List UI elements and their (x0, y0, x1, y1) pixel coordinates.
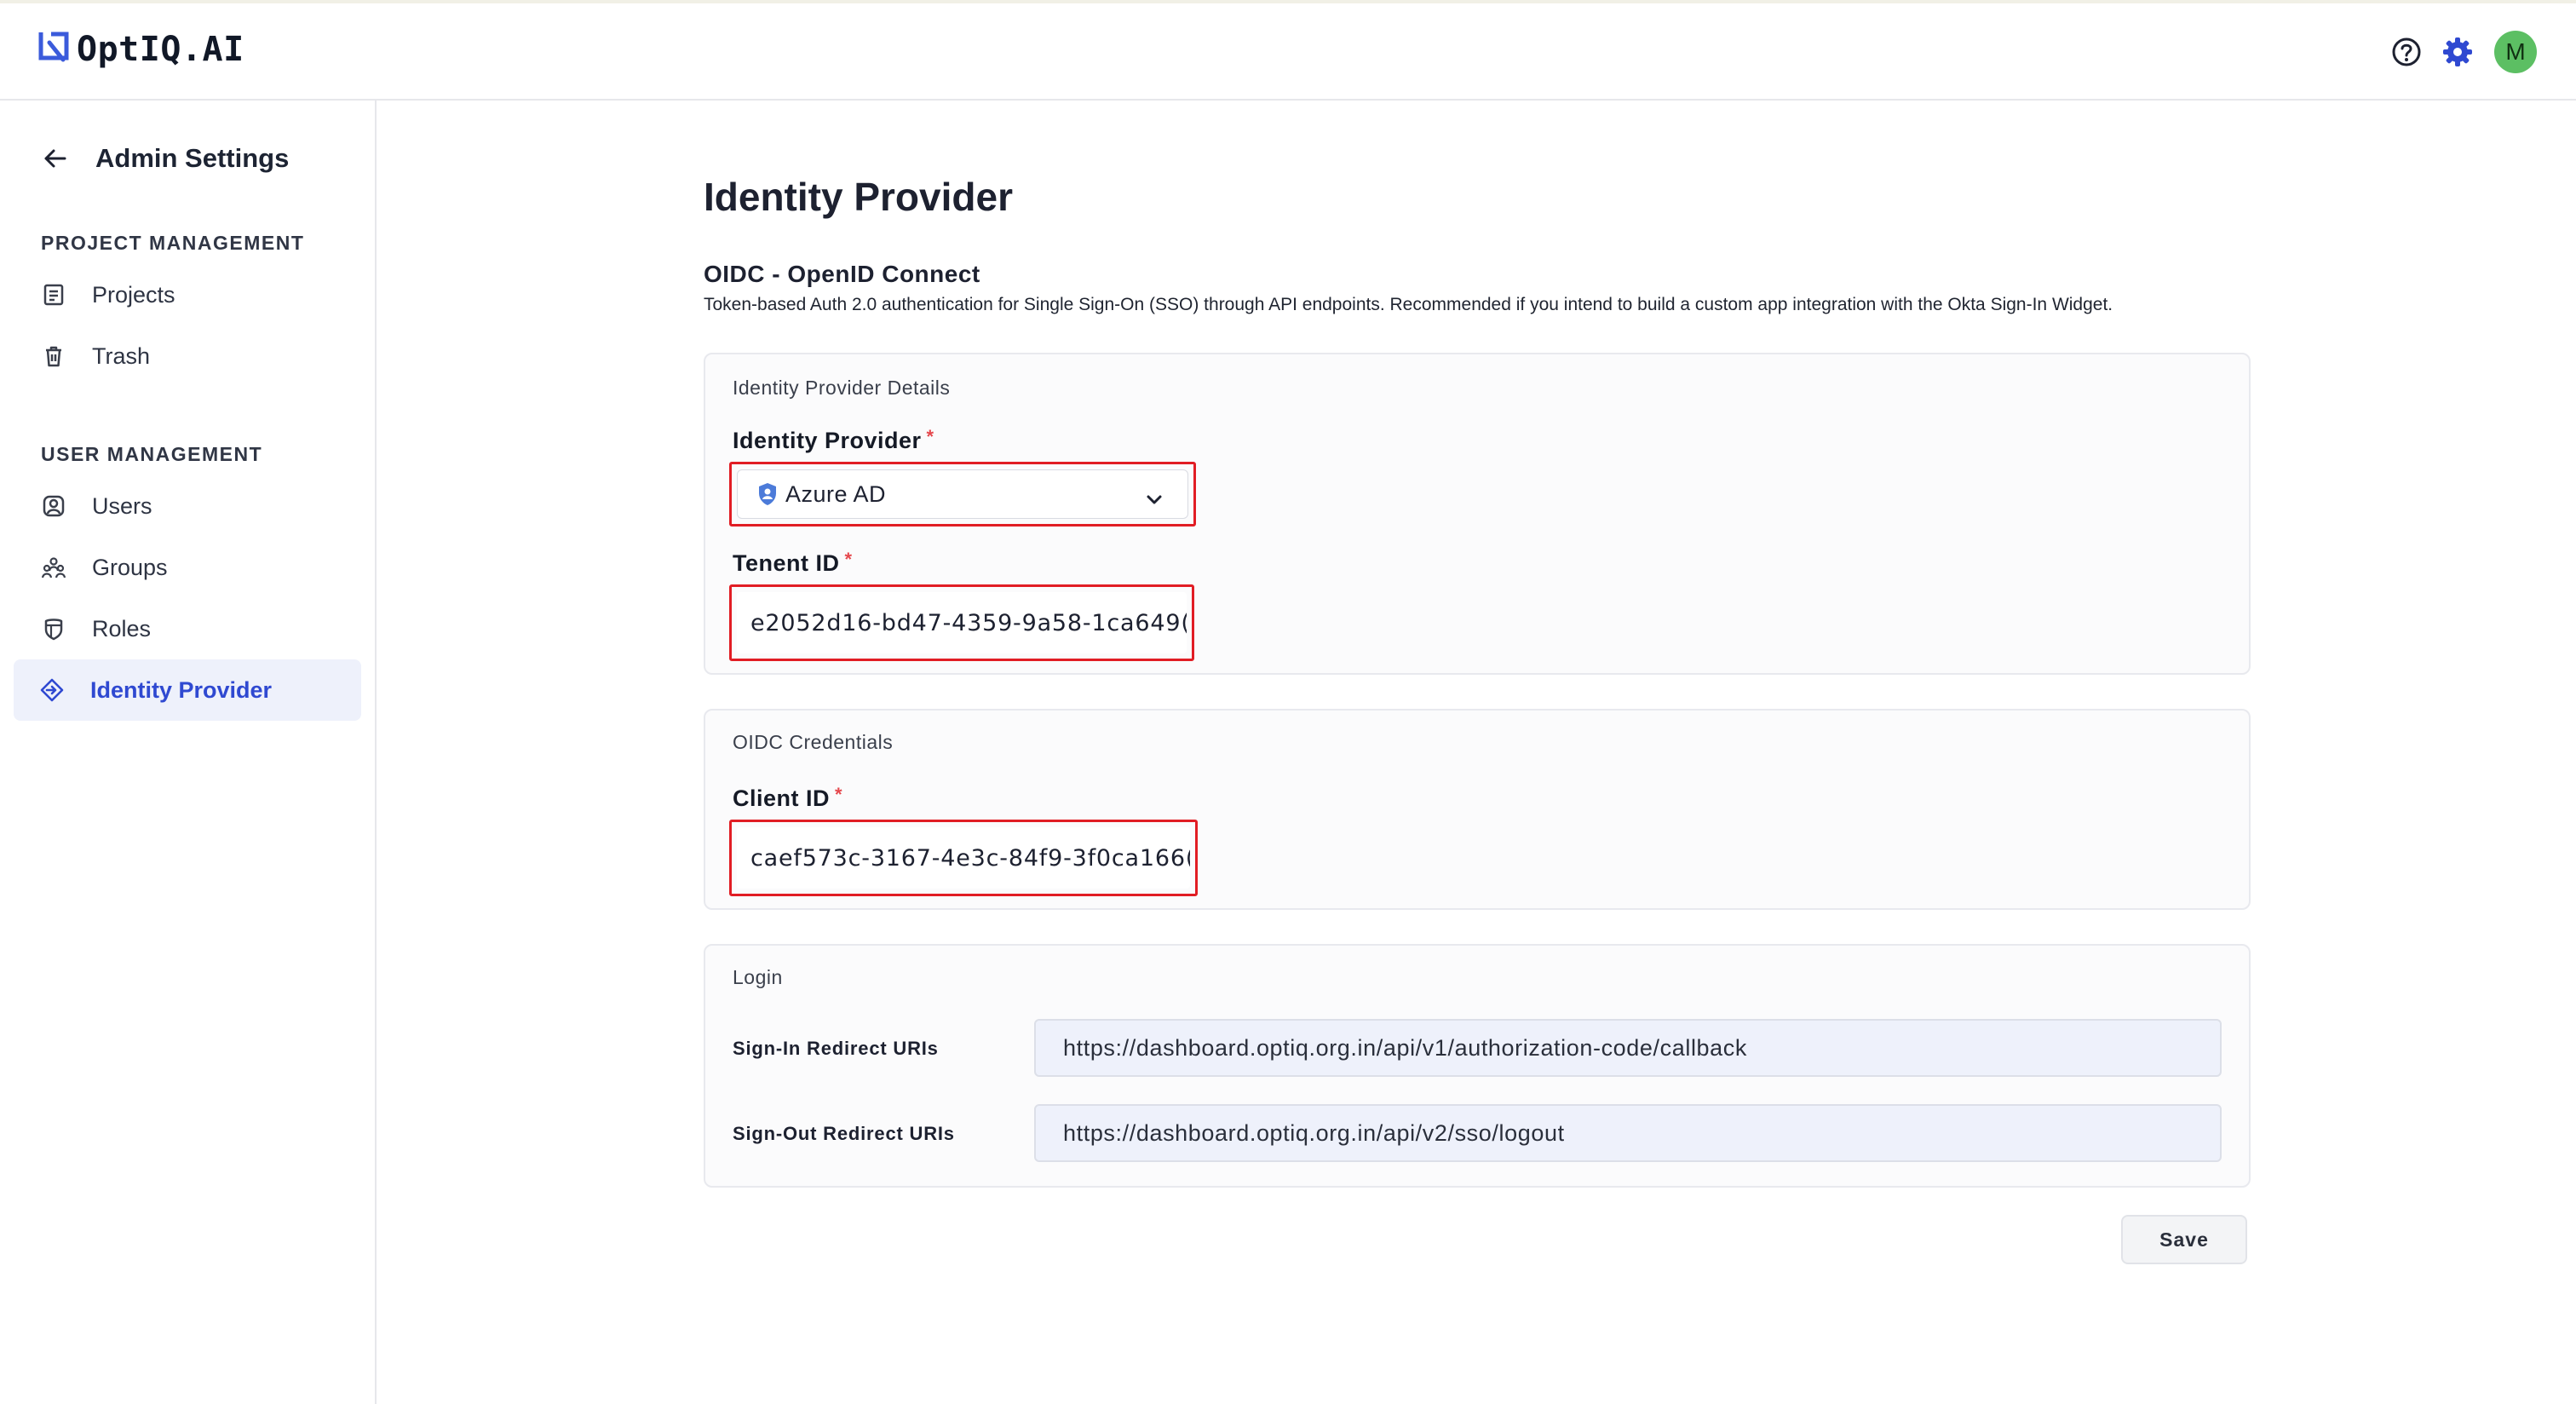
sidebar-item-roles[interactable]: Roles (14, 598, 361, 659)
sidebar-item-identity-provider[interactable]: Identity Provider (14, 659, 361, 721)
sidebar-item-users[interactable]: Users (14, 475, 361, 537)
client-id-label: Client ID * (733, 784, 843, 811)
sign-in-redirect-input[interactable]: https://dashboard.optiq.org.in/api/v1/au… (1034, 1019, 2222, 1077)
required-asterisk: * (835, 784, 843, 805)
sidebar-item-label: Trash (92, 342, 151, 369)
section-project-management: PROJECT MANAGEMENT (41, 232, 305, 254)
arrow-left-icon[interactable] (41, 144, 70, 173)
gear-icon[interactable] (2441, 36, 2474, 68)
card-title: Identity Provider Details (733, 377, 951, 399)
sidebar-item-trash[interactable]: Trash (14, 325, 361, 387)
app-header: OptIQ.AI M (0, 3, 2576, 101)
help-icon[interactable] (2390, 36, 2423, 68)
chevron-down-icon[interactable] (1143, 489, 1165, 511)
card-title: Login (733, 966, 783, 988)
oidc-title: OIDC - OpenID Connect (704, 261, 980, 287)
logo-text: OptIQ.AI (77, 29, 244, 69)
tenant-id-label: Tenent ID * (733, 549, 853, 576)
identity-provider-select-highlight: Azure AD (729, 462, 1196, 526)
sign-out-redirect-input[interactable]: https://dashboard.optiq.org.in/api/v2/ss… (1034, 1104, 2222, 1162)
roles-icon (41, 616, 66, 642)
projects-icon (41, 282, 66, 308)
sidebar-item-projects[interactable]: Projects (14, 264, 361, 325)
header-actions: M (2390, 31, 2537, 73)
sign-in-redirect-label: Sign-In Redirect URIs (733, 1038, 939, 1059)
groups-icon (41, 555, 66, 580)
tenant-id-input[interactable]: e2052d16-bd47-4359-9a58-1ca649( (737, 592, 1187, 653)
sign-out-redirect-label: Sign-Out Redirect URIs (733, 1123, 955, 1144)
login-card: Login Sign-In Redirect URIs https://dash… (704, 944, 2251, 1188)
oidc-credentials-card: OIDC Credentials Client ID * caef573c-316… (704, 709, 2251, 910)
page-title: Identity Provider (704, 175, 1013, 219)
user-icon (41, 493, 66, 519)
identity-provider-label: Identity Provider * (733, 426, 934, 453)
shield-user-icon (759, 483, 776, 505)
section-user-management: USER MANAGEMENT (41, 443, 263, 465)
client-id-highlight: caef573c-3167-4e3c-84f9-3f0ca166( (729, 820, 1198, 896)
identity-provider-icon (39, 677, 65, 703)
sidebar-item-groups[interactable]: Groups (14, 537, 361, 598)
required-asterisk: * (844, 549, 853, 570)
logo[interactable]: OptIQ.AI (37, 29, 244, 69)
sidebar: Admin Settings PROJECT MANAGEMENT Projec… (0, 101, 377, 1404)
logo-icon (37, 29, 73, 69)
back-to-admin-settings[interactable]: Admin Settings (41, 143, 289, 174)
required-asterisk: * (926, 426, 934, 447)
tenant-id-highlight: e2052d16-bd47-4359-9a58-1ca649( (729, 584, 1194, 661)
sidebar-item-label: Identity Provider (90, 676, 273, 703)
card-title: OIDC Credentials (733, 731, 894, 753)
identity-provider-select[interactable]: Azure AD (737, 469, 1188, 519)
client-id-input[interactable]: caef573c-3167-4e3c-84f9-3f0ca166( (737, 827, 1190, 889)
admin-settings-title: Admin Settings (95, 143, 290, 173)
save-button[interactable]: Save (2121, 1215, 2247, 1264)
oidc-description: Token-based Auth 2.0 authentication for … (704, 295, 2113, 314)
sidebar-item-label: Groups (92, 554, 168, 580)
sidebar-item-label: Roles (92, 615, 152, 642)
avatar[interactable]: M (2494, 31, 2537, 73)
sidebar-item-label: Projects (92, 281, 175, 308)
trash-icon (41, 343, 66, 369)
identity-provider-details-card: Identity Provider Details Identity Provi… (704, 353, 2251, 675)
sidebar-item-label: Users (92, 492, 152, 519)
identity-provider-value: Azure AD (785, 480, 887, 507)
